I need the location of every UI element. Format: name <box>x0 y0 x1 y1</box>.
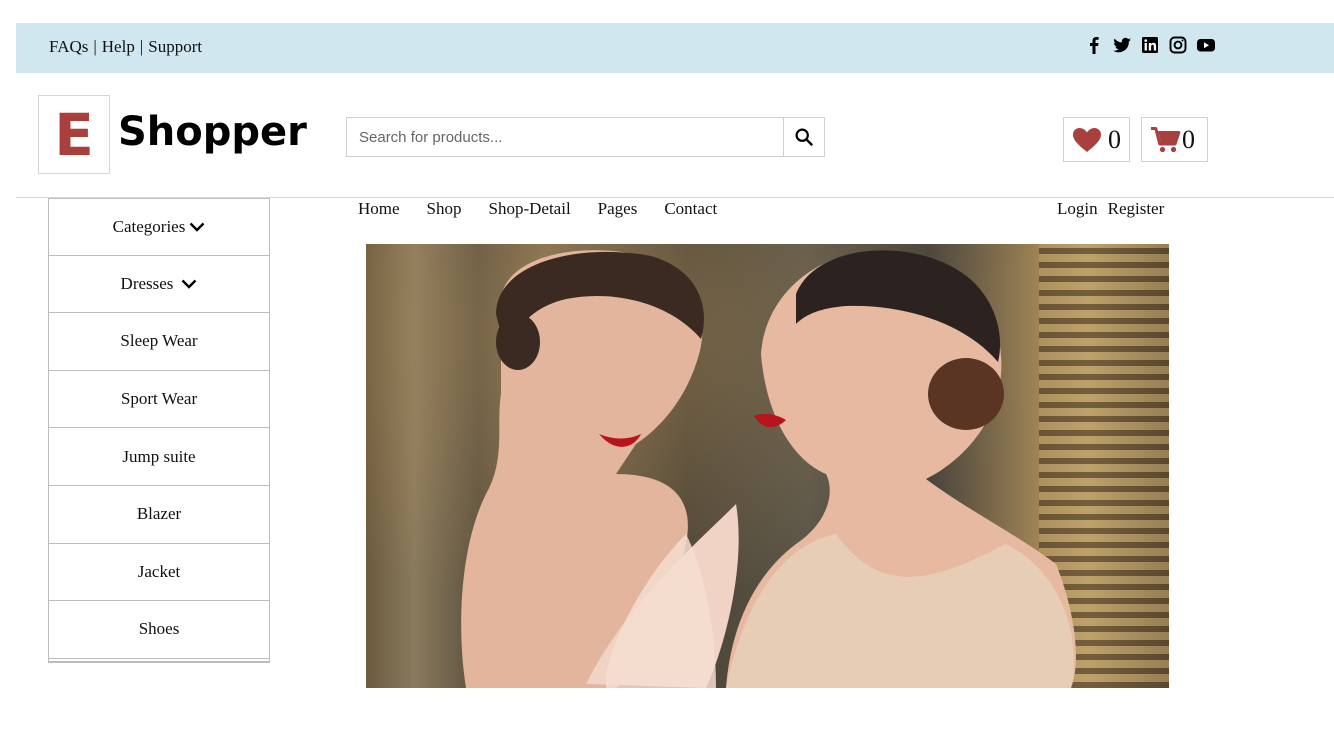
search-bar <box>346 117 825 157</box>
sidebar-item-label: Categories <box>112 216 186 236</box>
help-link[interactable]: Help <box>102 37 135 57</box>
sidebar-item-label: Sleep Wear <box>120 331 198 351</box>
sidebar-item-label: Shoes <box>138 619 180 639</box>
main-nav: Home Shop Shop-Detail Pages Contact <box>358 199 744 219</box>
sidebar-scroll-edge <box>49 659 269 662</box>
support-link[interactable]: Support <box>148 37 202 57</box>
category-sidebar: Categories Dresses Sleep Wear Sport Wear… <box>48 198 270 663</box>
top-bar: FAQs | Help | Support <box>16 23 1334 73</box>
sidebar-item-label: Sport Wear <box>120 389 198 409</box>
facebook-icon[interactable] <box>1084 35 1104 55</box>
twitter-icon[interactable] <box>1112 35 1132 55</box>
search-icon <box>795 128 813 146</box>
sidebar-item-blazer[interactable]: Blazer <box>49 486 269 544</box>
link-separator: | <box>93 37 97 56</box>
chevron-down-icon <box>189 222 205 232</box>
search-input[interactable] <box>346 117 784 157</box>
sidebar-item-categories[interactable]: Categories <box>49 198 269 256</box>
sidebar-item-sport-wear[interactable]: Sport Wear <box>49 371 269 429</box>
wishlist-button[interactable]: 0 <box>1063 117 1130 162</box>
register-link[interactable]: Register <box>1108 199 1165 219</box>
social-links <box>1084 35 1216 55</box>
logo-text[interactable]: Shopper <box>118 110 307 154</box>
sidebar-item-sleep-wear[interactable]: Sleep Wear <box>49 313 269 371</box>
top-links: FAQs | Help | Support <box>49 37 202 57</box>
search-button[interactable] <box>784 117 825 157</box>
cart-button[interactable]: 0 <box>1141 117 1208 162</box>
nav-pages[interactable]: Pages <box>598 199 638 219</box>
logo-letter: E <box>54 100 94 169</box>
sidebar-item-label: Jacket <box>137 561 181 581</box>
login-link[interactable]: Login <box>1057 199 1098 219</box>
sidebar-item-label: Blazer <box>136 504 182 524</box>
auth-links: Login Register <box>1057 199 1174 219</box>
link-separator: | <box>139 37 144 56</box>
linkedin-icon[interactable] <box>1140 35 1160 55</box>
nav-shop-detail[interactable]: Shop-Detail <box>489 199 571 219</box>
sidebar-item-shoes[interactable]: Shoes <box>49 601 269 659</box>
hero-figures <box>461 250 1076 688</box>
sidebar-item-jacket[interactable]: Jacket <box>49 544 269 602</box>
logo-mark[interactable]: E <box>38 95 110 174</box>
sidebar-item-label: Jump suite <box>122 446 196 466</box>
wishlist-count: 0 <box>1108 124 1121 154</box>
youtube-icon[interactable] <box>1196 35 1216 55</box>
hero-banner-image <box>366 244 1169 688</box>
sidebar-item-label: Dresses <box>120 273 174 293</box>
cart-count: 0 <box>1182 124 1195 154</box>
sidebar-item-dresses[interactable]: Dresses <box>49 256 269 314</box>
cart-icon <box>1151 126 1181 152</box>
chevron-down-icon <box>182 279 197 289</box>
heart-icon <box>1073 127 1101 152</box>
nav-contact[interactable]: Contact <box>664 199 717 219</box>
sidebar-item-jump-suite[interactable]: Jump suite <box>49 428 269 486</box>
nav-shop[interactable]: Shop <box>427 199 462 219</box>
instagram-icon[interactable] <box>1168 35 1188 55</box>
faqs-link[interactable]: FAQs <box>49 37 88 57</box>
nav-home[interactable]: Home <box>358 199 400 219</box>
